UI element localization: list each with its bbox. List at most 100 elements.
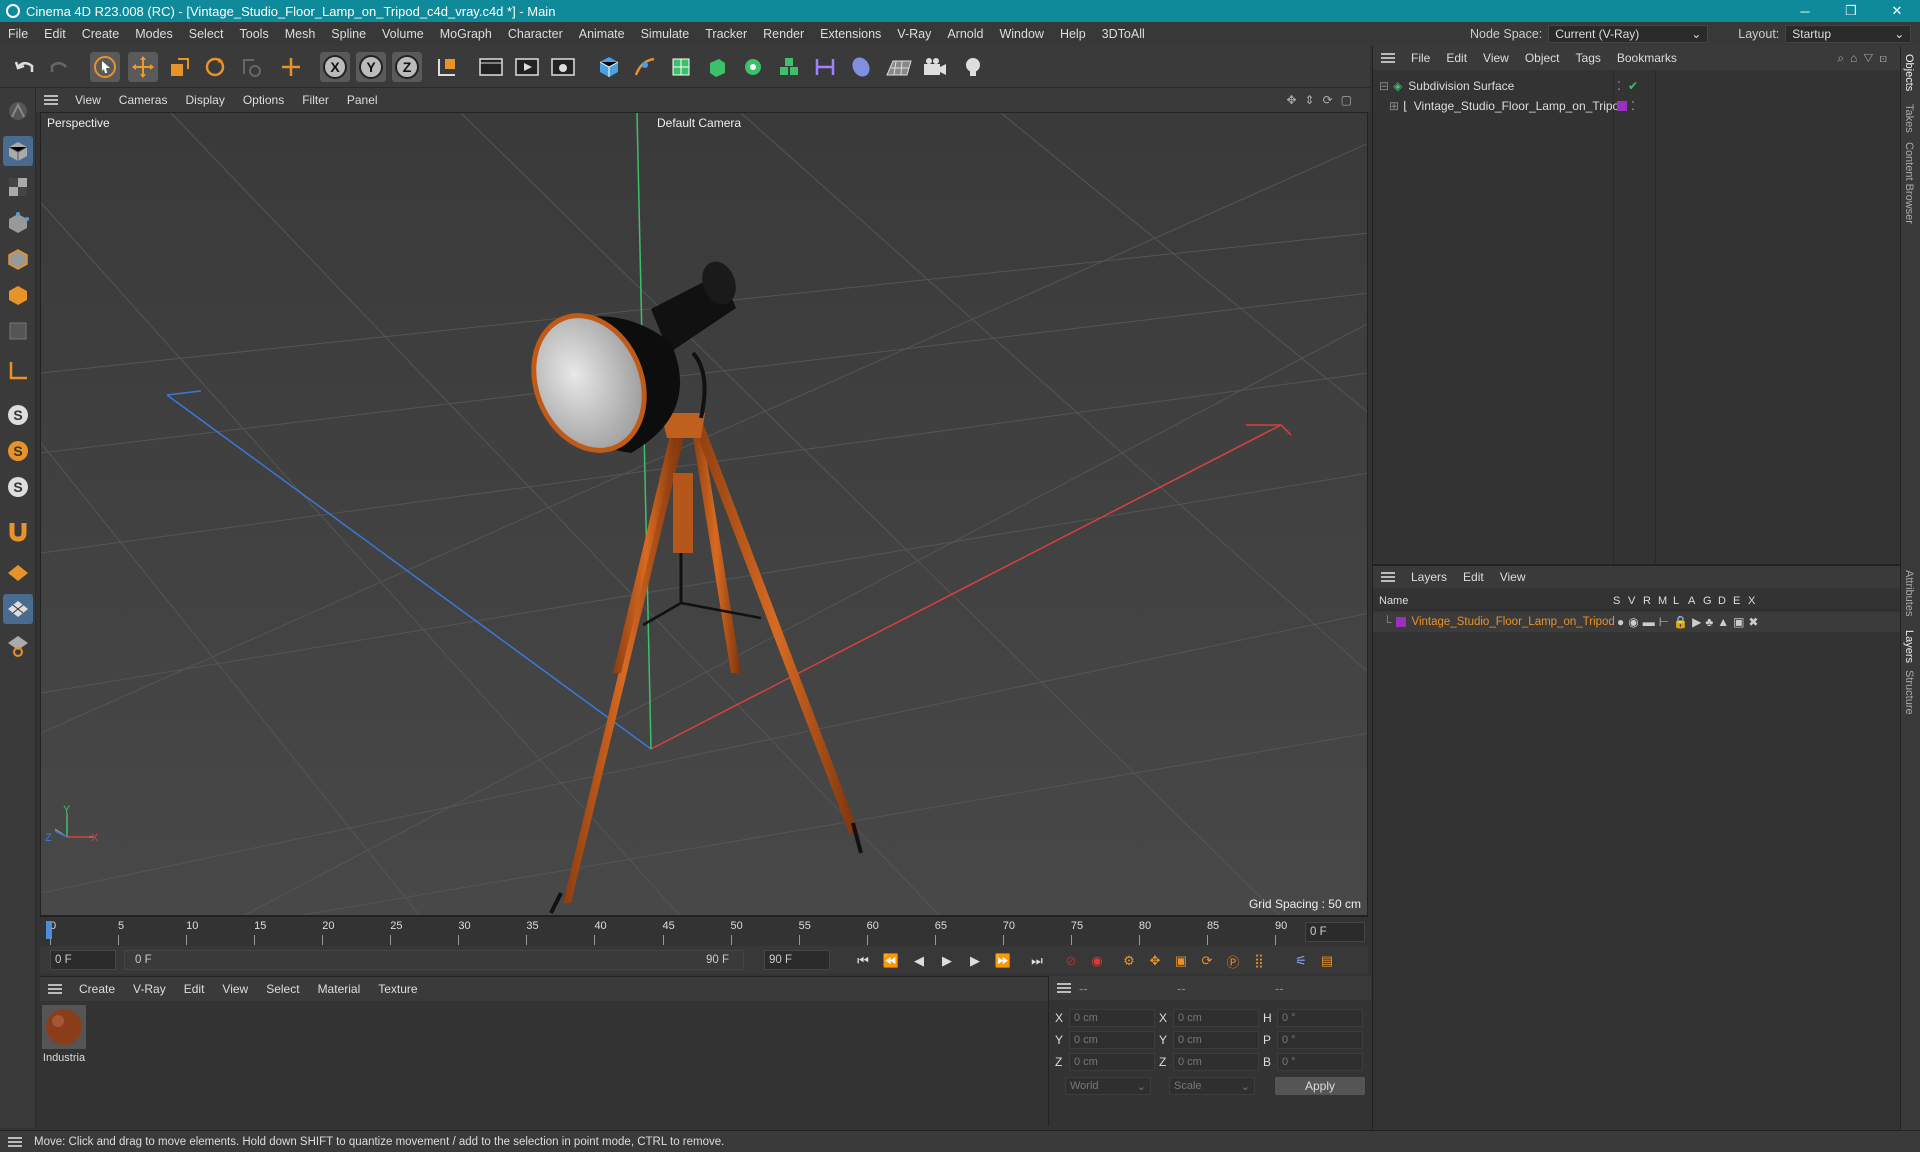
pen-icon[interactable] xyxy=(630,52,660,82)
rot-h-field[interactable]: 0 ° xyxy=(1277,1009,1363,1027)
obj-menu-bookmarks[interactable]: Bookmarks xyxy=(1609,51,1685,65)
hamburger-icon[interactable] xyxy=(1381,572,1395,582)
layer-row[interactable]: └ Vintage_Studio_Floor_Lamp_on_Tripod ●◉… xyxy=(1373,612,1901,632)
mat-menu-edit[interactable]: Edit xyxy=(175,982,214,996)
workplane-grid-icon[interactable] xyxy=(3,594,33,624)
z-axis-icon[interactable]: Z xyxy=(392,52,422,82)
obj-menu-object[interactable]: Object xyxy=(1517,51,1568,65)
menu-create[interactable]: Create xyxy=(74,27,128,41)
expand-icon[interactable]: ⊟ xyxy=(1379,79,1389,93)
pos-z-field[interactable]: 0 cm xyxy=(1069,1053,1155,1071)
rot-p-field[interactable]: 0 ° xyxy=(1277,1031,1363,1049)
expand-icon[interactable]: ⊞ xyxy=(1389,99,1399,113)
hamburger-icon[interactable] xyxy=(48,984,62,994)
layer-menu-edit[interactable]: Edit xyxy=(1455,570,1492,584)
y-axis-icon[interactable]: Y xyxy=(356,52,386,82)
hamburger-icon[interactable] xyxy=(1381,53,1395,63)
tab-content-browser[interactable]: Content Browser xyxy=(1903,142,1915,224)
render-active-icon[interactable] xyxy=(512,52,542,82)
vp-menu-filter[interactable]: Filter xyxy=(293,93,338,107)
magnet-icon[interactable] xyxy=(3,516,33,546)
size-mode-dropdown[interactable]: Scale ⌄ xyxy=(1169,1077,1255,1095)
menu-render[interactable]: Render xyxy=(755,27,812,41)
scale-icon[interactable] xyxy=(164,52,194,82)
menu-animate[interactable]: Animate xyxy=(571,27,633,41)
hamburger-icon[interactable] xyxy=(8,1136,22,1147)
viewport-nav-icons[interactable]: ✥⇕⟳▢ xyxy=(1286,93,1360,107)
menu-modes[interactable]: Modes xyxy=(127,27,181,41)
obj-menu-edit[interactable]: Edit xyxy=(1438,51,1475,65)
object-row-subdivision[interactable]: ⊟ ◈ Subdivision Surface ⁚ ✔ xyxy=(1373,76,1901,96)
deformer-icon[interactable] xyxy=(810,52,840,82)
layout-dropdown[interactable]: Startup ⌄ xyxy=(1785,25,1912,43)
layer-menu-layers[interactable]: Layers xyxy=(1403,570,1455,584)
menu-volume[interactable]: Volume xyxy=(374,27,432,41)
layer-flag-icons[interactable]: ●◉▬⊢🔒▶♣▲▣✖ xyxy=(1617,615,1763,629)
subdivision-icon[interactable] xyxy=(666,52,696,82)
cube-icon[interactable] xyxy=(594,52,624,82)
hamburger-icon[interactable] xyxy=(44,95,58,105)
redo-icon[interactable] xyxy=(44,52,74,82)
extrude-icon[interactable] xyxy=(702,52,732,82)
make-editable-icon[interactable] xyxy=(3,96,33,126)
obj-menu-view[interactable]: View xyxy=(1475,51,1517,65)
menu-window[interactable]: Window xyxy=(991,27,1051,41)
enabled-check-icon[interactable]: ✔ xyxy=(1628,79,1638,93)
vp-menu-view[interactable]: View xyxy=(66,93,110,107)
menu-extensions[interactable]: Extensions xyxy=(812,27,889,41)
menu-select[interactable]: Select xyxy=(181,27,232,41)
hamburger-icon[interactable] xyxy=(1057,983,1071,993)
workplane-icon[interactable] xyxy=(3,356,33,386)
mat-menu-view[interactable]: View xyxy=(213,982,257,996)
keyframe-selection-icon[interactable]: ⚙ xyxy=(1118,950,1140,972)
light-icon[interactable] xyxy=(958,52,988,82)
next-frame-icon[interactable]: ▶ xyxy=(964,950,986,972)
play-icon[interactable]: ▶ xyxy=(936,950,958,972)
maximize-button[interactable]: ❐ xyxy=(1828,0,1874,22)
mat-menu-select[interactable]: Select xyxy=(257,982,308,996)
obj-menu-tags[interactable]: Tags xyxy=(1568,51,1609,65)
pos-y-field[interactable]: 0 cm xyxy=(1069,1031,1155,1049)
render-settings-icon[interactable] xyxy=(548,52,578,82)
menu-edit[interactable]: Edit xyxy=(36,27,74,41)
mat-menu-create[interactable]: Create xyxy=(70,982,124,996)
tab-takes[interactable]: Takes xyxy=(1903,104,1915,133)
layer-menu-view[interactable]: View xyxy=(1492,570,1534,584)
size-z-field[interactable]: 0 cm xyxy=(1173,1053,1259,1071)
key-parameter-icon[interactable]: Ⓟ xyxy=(1222,950,1244,972)
vp-menu-display[interactable]: Display xyxy=(176,93,233,107)
texture-mode-icon[interactable] xyxy=(3,172,33,202)
previous-frame-icon[interactable]: ◀ xyxy=(908,950,930,972)
workplane-grid-2-icon[interactable] xyxy=(3,630,33,660)
menu-file[interactable]: File xyxy=(0,27,36,41)
mograph-cloner-icon[interactable] xyxy=(738,52,768,82)
motion-system-icon[interactable]: ⚟ xyxy=(1290,950,1312,972)
apply-button[interactable]: Apply xyxy=(1275,1077,1365,1095)
size-y-field[interactable]: 0 cm xyxy=(1173,1031,1259,1049)
obj-search-filter-icons[interactable]: ⌕⌂▽⊡ xyxy=(1837,51,1893,66)
key-scale-icon[interactable]: ▣ xyxy=(1170,950,1192,972)
menu-tools[interactable]: Tools xyxy=(232,27,277,41)
close-button[interactable]: ✕ xyxy=(1874,0,1920,22)
add-icon[interactable] xyxy=(276,52,306,82)
undo-icon[interactable] xyxy=(10,52,40,82)
snap-icon-3[interactable]: S xyxy=(3,472,33,502)
frame-range-slider[interactable]: 0 F 90 F xyxy=(124,950,744,970)
menu-character[interactable]: Character xyxy=(500,27,571,41)
menu-arnold[interactable]: Arnold xyxy=(939,27,991,41)
edges-mode-icon[interactable] xyxy=(3,244,33,274)
layer-color-swatch[interactable] xyxy=(1617,101,1627,111)
timeline-ruler[interactable]: 0 5 10 15 20 25 30 35 40 45 50 55 60 65 70 75 80 85 90 0 F xyxy=(40,916,1368,946)
points-mode-icon[interactable] xyxy=(3,208,33,238)
snap-icon-2[interactable]: S xyxy=(3,436,33,466)
menu-mesh[interactable]: Mesh xyxy=(277,27,324,41)
layer-color-swatch[interactable] xyxy=(1395,617,1406,627)
menu-3dtoall[interactable]: 3DToAll xyxy=(1094,27,1153,41)
mat-menu-material[interactable]: Material xyxy=(309,982,370,996)
key-pla-icon[interactable]: ⣿ xyxy=(1248,950,1270,972)
pos-x-field[interactable]: 0 cm xyxy=(1069,1009,1155,1027)
rotate-icon[interactable] xyxy=(200,52,230,82)
key-position-icon[interactable]: ✥ xyxy=(1144,950,1166,972)
menu-help[interactable]: Help xyxy=(1052,27,1094,41)
3d-viewport[interactable]: X Y Z Perspective Default Camera Grid Sp… xyxy=(40,112,1368,916)
